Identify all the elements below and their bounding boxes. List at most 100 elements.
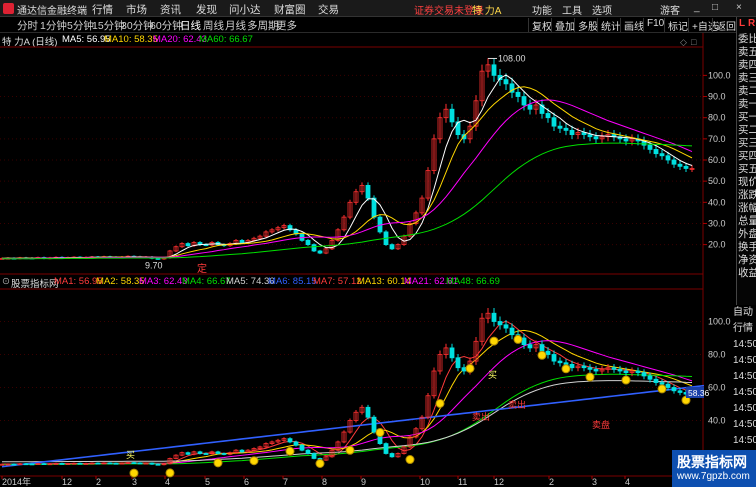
maximize-icon[interactable]: □ [712, 2, 718, 13]
guest-user-label[interactable]: 游客 [660, 2, 680, 17]
indicator-name[interactable]: 股票指标网 [11, 276, 59, 290]
multi-stock-button[interactable]: 多股 [574, 18, 598, 33]
indicator-settings-icon[interactable]: ⊙ [2, 276, 10, 287]
legend-ma10: MA10: 58.35 [104, 34, 158, 45]
side-item-6[interactable]: 买一 [737, 111, 756, 124]
ind-candle-body [371, 416, 377, 433]
candle-body [239, 239, 245, 243]
legend-ind-ma48: MA48: 66.69 [446, 276, 500, 287]
ind-candle-body [635, 370, 641, 374]
ind-side-item-1[interactable]: 行情 [733, 321, 756, 337]
ind-side-item-4[interactable]: 14:50 [733, 369, 756, 385]
side-item-2[interactable]: 卖四 [737, 59, 756, 72]
ind-side-item-5[interactable]: 14:50 [733, 385, 756, 401]
candle-body [0, 257, 5, 260]
tab-1min[interactable]: 1分钟 [40, 18, 67, 33]
kline-chart[interactable]: 买卖出卖出买卖盘 100.090.080.070.060.050.040.030… [0, 0, 756, 487]
candle-body [53, 256, 59, 259]
ind-side-item-6[interactable]: 14:50 [733, 401, 756, 417]
side-header-r[interactable]: R [748, 18, 755, 29]
app-title: 通达信金融终端 [17, 6, 87, 17]
x-axis-label: 4 [165, 477, 170, 487]
ind-candle-body [377, 431, 383, 444]
candle-body [29, 257, 35, 260]
tab-15min[interactable]: 15分钟 [92, 18, 125, 33]
tab-more[interactable]: 更多 [276, 18, 297, 33]
site-watermark: 股票指标网 www.7gpzb.com [672, 450, 756, 487]
menu-item-jiaoyi[interactable]: 交易 [318, 2, 339, 17]
fuquan-button[interactable]: 复权 [528, 18, 552, 33]
main-y-tick-label: 80.0 [708, 113, 726, 123]
ind-candle-body [77, 462, 83, 465]
ind-candle-body [233, 449, 239, 454]
draw-line-button[interactable]: 画线 [620, 18, 644, 33]
side-item-14[interactable]: 总量 [737, 215, 756, 228]
ma-line-ma10 [2, 86, 693, 259]
side-item-1[interactable]: 卖五 [737, 46, 756, 59]
ind-side-item-3[interactable]: 14:50 [733, 353, 756, 369]
side-item-15[interactable]: 外盘 [737, 228, 756, 241]
menu-item-faxian[interactable]: 发现 [196, 2, 217, 17]
ind-candle-body [569, 363, 575, 369]
ind-candle-body [629, 370, 635, 374]
side-item-12[interactable]: 涨跌 [737, 189, 756, 202]
overlay-button[interactable]: 叠加 [551, 18, 575, 33]
side-item-3[interactable]: 卖三 [737, 72, 756, 85]
side-item-17[interactable]: 净资 [737, 254, 756, 267]
minimize-icon[interactable]: _ [694, 2, 700, 13]
menu-item-xuanxiang[interactable]: 选项 [592, 2, 612, 17]
stock-period-label: 特 力A (日线) [2, 37, 58, 48]
ind-y-tick-label: 60.0 [708, 383, 726, 393]
menu-item-gongju[interactable]: 工具 [562, 2, 582, 17]
side-header-l[interactable]: L [739, 18, 745, 29]
ind-candle-body [137, 462, 143, 465]
side-item-9[interactable]: 买四 [737, 150, 756, 163]
candle-body [377, 216, 383, 233]
tab-multi-period[interactable]: 多周期 [247, 18, 279, 33]
ind-side-item-8[interactable]: 14:50 [733, 433, 756, 449]
ma-line-ma20 [2, 99, 693, 260]
menu-item-shichang[interactable]: 市场 [126, 2, 147, 17]
ind-candle-body [263, 443, 269, 448]
menu-item-caifuquan[interactable]: 财富圈 [274, 2, 306, 17]
chart-expand-icon[interactable]: □ [691, 37, 697, 47]
menu-item-hangqing[interactable]: 行情 [92, 2, 113, 17]
ind-side-item-7[interactable]: 14:50 [733, 417, 756, 433]
candle-body [275, 227, 281, 231]
menu-item-zixun[interactable]: 资讯 [160, 2, 181, 17]
ind-side-item-0[interactable]: 自动 [733, 305, 756, 321]
ind-candle-body [329, 449, 335, 458]
ind-candle-body [671, 387, 677, 392]
tab-monthly[interactable]: 月线 [225, 18, 246, 33]
close-icon[interactable]: × [736, 2, 742, 13]
menu-item-gongneng[interactable]: 功能 [532, 2, 552, 17]
side-item-8[interactable]: 买三 [737, 137, 756, 150]
tab-daily[interactable]: 日线 [180, 18, 201, 33]
x-axis-label: 10 [420, 477, 430, 487]
f10-button[interactable]: F10 [643, 18, 664, 32]
menu-item-wenxiaoda[interactable]: 问小达 [229, 2, 261, 17]
statistics-button[interactable]: 统计 [597, 18, 621, 33]
ind-candle-body [5, 463, 11, 466]
side-item-10[interactable]: 买五 [737, 163, 756, 176]
candle-body [443, 108, 449, 119]
candle-body [287, 225, 293, 231]
side-item-11[interactable]: 现价 [737, 176, 756, 189]
side-item-16[interactable]: 换手 [737, 241, 756, 254]
tab-fenshi[interactable]: 分时 [17, 18, 38, 33]
side-item-0[interactable]: 委比 [737, 33, 756, 46]
signal-smiley-icon [129, 468, 139, 478]
mark-button[interactable]: 标记 [664, 18, 688, 33]
chart-settings-icon[interactable]: ◇ [680, 37, 687, 47]
side-item-18[interactable]: 收益 [737, 267, 756, 280]
side-item-7[interactable]: 买二 [737, 124, 756, 137]
tab-30min[interactable]: 30分钟 [121, 18, 154, 33]
ind-side-item-2[interactable]: 14:50 [733, 337, 756, 353]
tab-weekly[interactable]: 周线 [203, 18, 224, 33]
side-item-5[interactable]: 卖一 [737, 98, 756, 111]
side-item-13[interactable]: 涨幅 [737, 202, 756, 215]
back-button[interactable]: 返回 [712, 18, 736, 33]
tab-5min[interactable]: 5分钟 [67, 18, 94, 33]
side-item-4[interactable]: 卖二 [737, 85, 756, 98]
tab-60min[interactable]: 60分钟 [150, 18, 183, 33]
